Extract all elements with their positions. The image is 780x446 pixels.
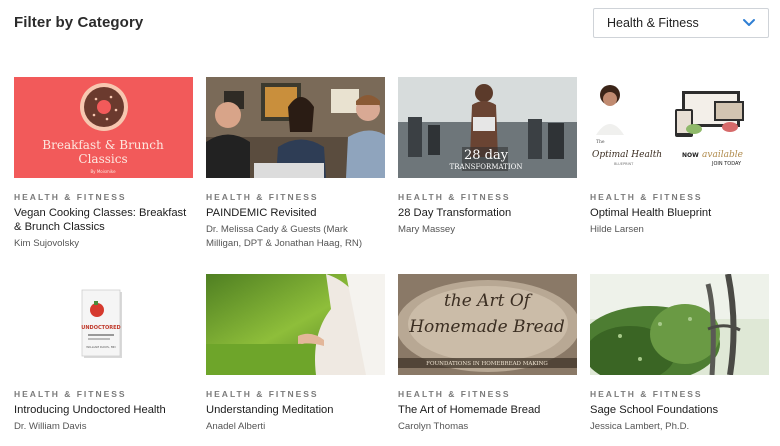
course-author: Mary Massey (398, 224, 456, 235)
course-title[interactable]: Introducing Undoctored Health (14, 403, 193, 417)
course-author: Jessica Lambert, Ph.D. (590, 421, 690, 432)
course-title[interactable]: The Art of Homemade Bread (398, 403, 577, 417)
course-title[interactable]: Optimal Health Blueprint (590, 206, 769, 220)
course-card[interactable]: The Optimal Health BLUEPRINT NOW availab… (590, 77, 769, 257)
course-category: HEALTH & FITNESS (590, 192, 703, 202)
svg-text:available: available (702, 150, 743, 160)
svg-text:TRANSFORMATION: TRANSFORMATION (450, 163, 523, 171)
category-select[interactable]: Health & Fitness (593, 8, 769, 38)
svg-text:The: The (596, 139, 605, 145)
page-title: Filter by Category (14, 14, 144, 31)
course-title[interactable]: PAINDEMIC Revisited (206, 206, 385, 220)
course-thumbnail[interactable] (590, 274, 769, 375)
course-card[interactable]: UNDOCTORED WILLIAM DAVIS, MD HEALTH & FI… (14, 274, 193, 446)
course-card[interactable]: 28 day TRANSFORMATION HEALTH & FITNESS 2… (398, 77, 577, 257)
svg-text:UNDOCTORED: UNDOCTORED (81, 325, 120, 331)
course-thumbnail[interactable] (206, 274, 385, 375)
svg-text:Optimal Health: Optimal Health (592, 150, 662, 160)
course-card[interactable]: HEALTH & FITNESS Sage School Foundations… (590, 274, 769, 446)
svg-text:the Art Of: the Art Of (444, 291, 533, 311)
course-thumbnail[interactable]: Breakfast & Brunch Classics By Moismike (14, 77, 193, 178)
filter-header: Filter by Category Health & Fitness (0, 0, 780, 60)
svg-text:28 day: 28 day (464, 148, 509, 163)
course-author: Carolyn Thomas (398, 421, 469, 432)
course-grid: Breakfast & Brunch Classics By Moismike … (14, 77, 770, 446)
course-card[interactable]: HEALTH & FITNESS PAINDEMIC Revisited Dr.… (206, 77, 385, 257)
course-title[interactable]: Sage School Foundations (590, 403, 769, 417)
svg-text:FOUNDATIONS IN HOMEBREAD MAKIN: FOUNDATIONS IN HOMEBREAD MAKING (426, 361, 548, 367)
svg-text:NOW: NOW (682, 152, 699, 159)
svg-text:JOIN TODAY: JOIN TODAY (711, 161, 742, 167)
course-title[interactable]: 28 Day Transformation (398, 206, 577, 220)
course-thumbnail[interactable] (206, 77, 385, 178)
course-category: HEALTH & FITNESS (14, 389, 127, 399)
course-category: HEALTH & FITNESS (14, 192, 127, 202)
svg-text:WILLIAM DAVIS, MD: WILLIAM DAVIS, MD (86, 345, 116, 349)
svg-text:By Moismike: By Moismike (90, 169, 116, 174)
course-author: Kim Sujovolsky (14, 238, 80, 249)
course-thumbnail[interactable]: UNDOCTORED WILLIAM DAVIS, MD (14, 274, 193, 375)
course-author: Hilde Larsen (590, 224, 644, 235)
svg-text:Breakfast & Brunch: Breakfast & Brunch (42, 138, 164, 152)
chevron-down-icon (743, 19, 755, 26)
svg-text:Homemade Bread: Homemade Bread (408, 317, 565, 337)
course-card[interactable]: HEALTH & FITNESS Understanding Meditatio… (206, 274, 385, 446)
course-card[interactable]: Breakfast & Brunch Classics By Moismike … (14, 77, 193, 257)
course-category: HEALTH & FITNESS (206, 389, 319, 399)
course-category: HEALTH & FITNESS (590, 389, 703, 399)
course-title[interactable]: Understanding Meditation (206, 403, 385, 417)
svg-text:BLUEPRINT: BLUEPRINT (614, 162, 634, 166)
course-thumbnail[interactable]: the Art Of Homemade Bread FOUNDATIONS IN… (398, 274, 577, 375)
course-author: Dr. William Davis (14, 421, 87, 432)
course-author: Dr. Melissa Cady & Guests (Mark Milligan… (206, 224, 363, 249)
course-title[interactable]: Vegan Cooking Classes: Breakfast & Brunc… (14, 206, 193, 234)
category-select-value: Health & Fitness (607, 16, 699, 30)
course-category: HEALTH & FITNESS (398, 192, 511, 202)
svg-text:Classics: Classics (78, 152, 127, 166)
course-category: HEALTH & FITNESS (206, 192, 319, 202)
course-thumbnail[interactable]: 28 day TRANSFORMATION (398, 77, 577, 178)
course-thumbnail[interactable]: The Optimal Health BLUEPRINT NOW availab… (590, 77, 769, 178)
course-category: HEALTH & FITNESS (398, 389, 511, 399)
course-author: Anadel Alberti (206, 421, 266, 432)
course-card[interactable]: the Art Of Homemade Bread FOUNDATIONS IN… (398, 274, 577, 446)
